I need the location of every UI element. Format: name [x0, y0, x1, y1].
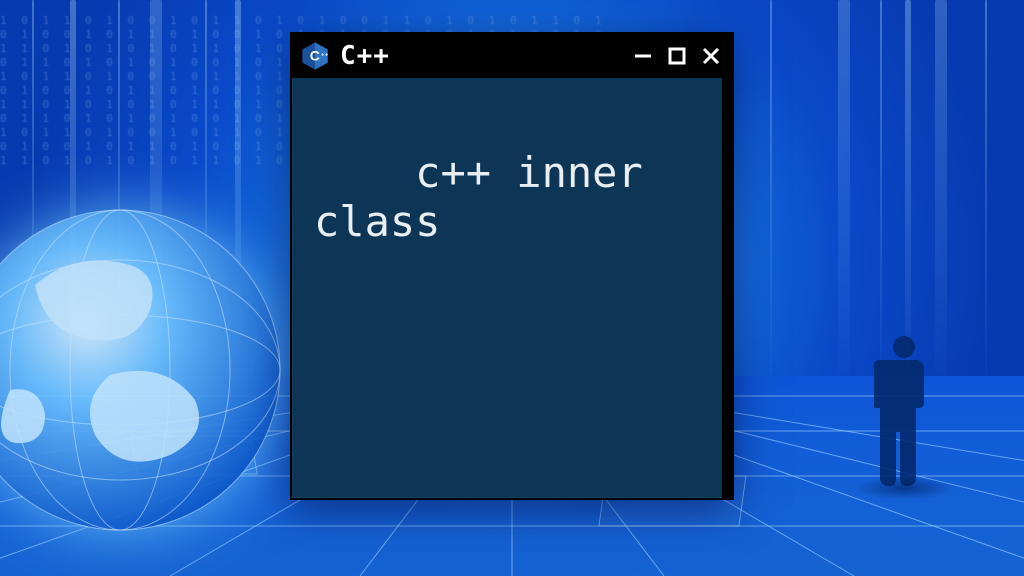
window-title: C++	[340, 41, 632, 71]
globe-decoration	[0, 190, 300, 550]
close-icon	[701, 46, 721, 66]
terminal-body[interactable]: c++ inner class	[292, 78, 732, 498]
cpp-logo-icon: C ++	[300, 41, 330, 71]
maximize-icon	[667, 46, 687, 66]
minimize-icon	[633, 46, 653, 66]
close-button[interactable]	[700, 45, 722, 67]
minimize-button[interactable]	[632, 45, 654, 67]
window-controls	[632, 45, 722, 67]
terminal-window: C ++ C++ c++ i	[290, 32, 734, 500]
svg-text:C: C	[310, 48, 321, 64]
terminal-text: c++ inner class	[314, 148, 668, 247]
svg-text:++: ++	[321, 52, 329, 58]
window-titlebar[interactable]: C ++ C++	[292, 34, 732, 78]
maximize-button[interactable]	[666, 45, 688, 67]
standing-person-silhouette	[874, 336, 934, 486]
